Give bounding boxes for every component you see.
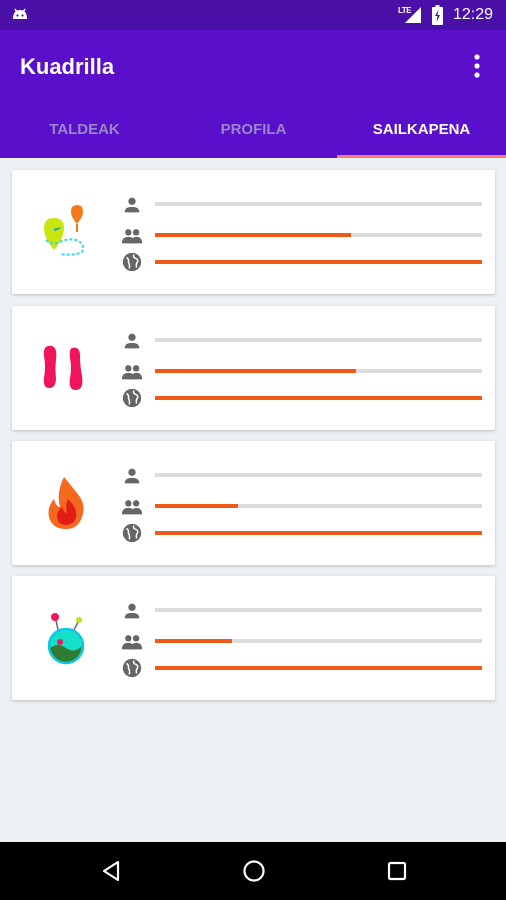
ranking-card-3[interactable] — [12, 441, 495, 565]
progress-fill — [155, 369, 357, 373]
ranking-card-2[interactable] — [12, 306, 495, 430]
global-progress-bar — [155, 666, 482, 670]
recents-icon[interactable] — [384, 858, 410, 884]
tab-profila[interactable]: PROFILA — [169, 108, 338, 158]
progress-fill — [155, 531, 482, 535]
ranking-card-1[interactable] — [12, 170, 495, 294]
person-icon — [124, 333, 140, 349]
progress-fill — [155, 666, 482, 670]
global-progress-bar — [155, 531, 482, 535]
globe-icon — [122, 658, 142, 678]
personal-progress-bar — [155, 202, 482, 206]
person-icon — [124, 468, 140, 484]
footprints-icon — [43, 345, 83, 390]
group-progress-bar — [155, 369, 482, 373]
android-icon — [13, 8, 27, 19]
home-icon[interactable] — [241, 858, 267, 884]
globe-icon — [122, 523, 142, 543]
flame-icon — [48, 477, 84, 529]
personal-progress-bar — [155, 473, 482, 477]
tab-indicator — [337, 155, 506, 158]
group-progress-bar — [155, 639, 482, 643]
tab-label: TALDEAK — [49, 121, 120, 138]
progress-fill — [155, 504, 239, 508]
back-icon[interactable] — [98, 858, 124, 884]
person-icon — [124, 197, 140, 213]
group-icon — [121, 229, 143, 244]
group-icon — [121, 635, 143, 650]
app-title: Kuadrilla — [20, 54, 115, 79]
status-bar: LTE 12:29 — [0, 0, 506, 30]
tab-sailkapena[interactable]: SAILKAPENA — [337, 108, 506, 158]
personal-progress-bar — [155, 608, 482, 612]
progress-fill — [155, 639, 232, 643]
system-nav-bar — [0, 842, 506, 900]
status-clock: 12:29 — [453, 6, 494, 23]
group-progress-bar — [155, 504, 482, 508]
map-route-icon — [44, 205, 85, 256]
globe-icon — [122, 388, 142, 408]
progress-fill — [155, 396, 482, 400]
tab-taldeak[interactable]: TALDEAK — [0, 108, 169, 158]
tab-label: PROFILA — [220, 121, 287, 138]
global-progress-bar — [155, 396, 482, 400]
progress-fill — [155, 260, 482, 264]
group-icon — [121, 500, 143, 515]
global-progress-bar — [155, 260, 482, 264]
app-bar: Kuadrilla TALDEAK PROFILA SAILKAPENA — [0, 30, 506, 158]
group-progress-bar — [155, 233, 482, 237]
more-vert-icon[interactable] — [466, 52, 488, 80]
globe-icon — [122, 252, 142, 272]
planet-icon — [47, 613, 85, 665]
progress-fill — [155, 233, 352, 237]
signal-icon — [405, 7, 421, 23]
group-icon — [121, 365, 143, 380]
person-icon — [124, 603, 140, 619]
tab-label: SAILKAPENA — [372, 121, 471, 138]
battery-icon — [432, 5, 443, 25]
personal-progress-bar — [155, 338, 482, 342]
tab-bar: TALDEAK PROFILA SAILKAPENA — [0, 108, 506, 158]
ranking-card-4[interactable] — [12, 576, 495, 700]
